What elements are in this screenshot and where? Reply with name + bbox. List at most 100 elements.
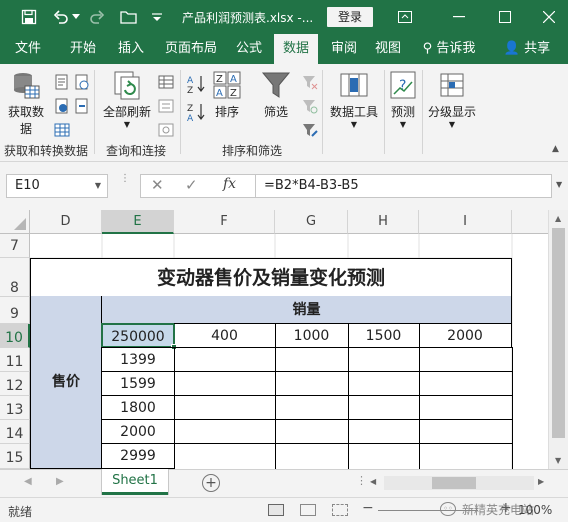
tab-insert[interactable]: 插入 [110, 34, 152, 64]
formula-input[interactable]: =B2*B4-B3-B5 [255, 174, 552, 198]
redo-icon[interactable] [86, 6, 108, 28]
name-box[interactable]: E10 ▼ [6, 174, 108, 198]
row-header-15[interactable]: 15 [0, 444, 30, 469]
sales-header[interactable]: 销量 [101, 296, 512, 324]
select-all-corner[interactable] [0, 210, 30, 234]
zoom-in-icon[interactable]: + [500, 500, 512, 516]
row-header-9[interactable]: 9 [0, 297, 30, 324]
sales-value-cell[interactable]: 400 [174, 323, 276, 348]
sort-za-icon[interactable]: ZA [186, 102, 206, 124]
open-folder-icon[interactable] [118, 6, 140, 28]
formula-bar-grip-icon[interactable]: ⋮ [120, 174, 130, 196]
sales-value-cell[interactable]: 2000 [419, 323, 512, 348]
expand-formula-bar-icon[interactable]: ▼ [556, 180, 562, 189]
queries-connections-icon[interactable] [158, 74, 174, 90]
horizontal-scrollbar[interactable] [384, 476, 534, 490]
column-header-e[interactable]: E [102, 210, 174, 234]
ribbon-display-icon[interactable] [394, 6, 416, 28]
next-sheet-icon[interactable]: ▶ [56, 476, 64, 487]
tab-file[interactable]: 文件 [4, 34, 52, 64]
normal-view-icon[interactable] [268, 504, 284, 516]
share-button[interactable]: 👤 共享 [496, 34, 558, 64]
scroll-down-icon[interactable]: ▼ [555, 456, 561, 465]
price-header[interactable]: 售价 [30, 296, 102, 469]
undo-dropdown-icon[interactable] [70, 6, 82, 28]
column-header-i[interactable]: I [419, 210, 512, 234]
row-header-14[interactable]: 14 [0, 420, 30, 444]
price-value-cell[interactable]: 2999 [101, 443, 175, 469]
column-header-f[interactable]: F [174, 210, 275, 234]
column-header-d[interactable]: D [30, 210, 102, 234]
page-break-view-icon[interactable] [332, 504, 348, 516]
tab-view[interactable]: 视图 [368, 34, 408, 64]
sheet-tab-sheet1[interactable]: Sheet1 [102, 469, 168, 495]
tab-review[interactable]: 审阅 [324, 34, 364, 64]
price-value-cell[interactable]: 1599 [101, 371, 175, 396]
zoom-level[interactable]: 100% [518, 503, 552, 517]
maximize-icon[interactable] [494, 6, 516, 28]
from-text-icon[interactable] [54, 74, 70, 90]
table-title[interactable]: 变动器售价及销量变化预测 [30, 258, 512, 297]
tab-formulas[interactable]: 公式 [228, 34, 270, 64]
sales-value-cell[interactable]: 1000 [275, 323, 349, 348]
properties-icon[interactable] [158, 98, 174, 114]
price-value-cell[interactable]: 1399 [101, 347, 175, 372]
insert-function-icon[interactable]: fx [223, 176, 236, 192]
enter-icon[interactable]: ✓ [185, 176, 198, 194]
row-header-12[interactable]: 12 [0, 372, 30, 396]
vertical-scroll-thumb[interactable] [552, 228, 565, 438]
tell-me-search[interactable]: ⚲ 告诉我 [414, 34, 484, 64]
name-box-dropdown-icon[interactable]: ▼ [95, 175, 101, 197]
result-grid[interactable] [174, 347, 513, 470]
clear-filter-icon[interactable] [302, 74, 318, 90]
collapse-ribbon-icon[interactable]: ▲ [552, 144, 559, 154]
recent-sources-icon[interactable] [74, 74, 90, 90]
get-data-button[interactable]: 获取数 据 [4, 70, 48, 142]
sales-value-cell[interactable]: 1500 [348, 323, 420, 348]
reapply-filter-icon[interactable] [302, 98, 318, 114]
add-sheet-icon[interactable]: + [202, 474, 220, 492]
from-web-icon[interactable] [54, 98, 70, 114]
refresh-all-button[interactable]: 全部刷新 ▼ [100, 70, 154, 142]
cancel-icon[interactable]: ✕ [151, 176, 164, 194]
data-tools-dropdown-icon: ▼ [350, 120, 358, 129]
tab-page-layout[interactable]: 页面布局 [158, 34, 224, 64]
save-icon[interactable] [18, 6, 40, 28]
forecast-button[interactable]: ? 预测 ▼ [386, 70, 420, 142]
corner-value-cell[interactable]: 250000 [101, 323, 175, 348]
hscroll-left-icon[interactable]: ◀ [370, 477, 376, 486]
close-icon[interactable] [538, 6, 560, 28]
data-tools-button[interactable]: 数据工具 ▼ [326, 70, 382, 142]
undo-icon[interactable] [50, 6, 72, 28]
from-table-icon[interactable] [54, 122, 70, 138]
edit-links-icon[interactable] [158, 122, 174, 138]
sheet-bar-grip-icon[interactable]: ⋮ [356, 474, 367, 487]
page-layout-view-icon[interactable] [300, 504, 316, 516]
price-value-cell[interactable]: 2000 [101, 419, 175, 444]
row-header-7[interactable]: 7 [0, 234, 30, 258]
filter-button[interactable]: 筛选 [256, 70, 296, 130]
row-header-11[interactable]: 11 [0, 348, 30, 372]
horizontal-scroll-thumb[interactable] [432, 477, 476, 489]
login-button[interactable]: 登录 [327, 7, 373, 27]
sort-az-icon[interactable]: AZ [186, 74, 206, 96]
hscroll-right-icon[interactable]: ▶ [538, 477, 544, 486]
advanced-filter-icon[interactable] [302, 122, 318, 138]
price-value-cell[interactable]: 1800 [101, 395, 175, 420]
sort-button[interactable]: Z A A Z 排序 [208, 70, 246, 130]
tab-data[interactable]: 数据 [274, 34, 318, 64]
existing-connections-icon[interactable] [74, 98, 90, 114]
row-header-10[interactable]: 10 [0, 324, 30, 348]
vertical-scrollbar[interactable]: ▲ ▼ [548, 210, 568, 469]
customize-toolbar-icon[interactable] [146, 6, 168, 28]
minimize-icon[interactable] [448, 6, 470, 28]
row-header-8[interactable]: 8 [0, 258, 30, 297]
column-header-h[interactable]: H [348, 210, 419, 234]
column-header-g[interactable]: G [275, 210, 348, 234]
outline-button[interactable]: 分级显示 ▼ [424, 70, 480, 142]
prev-sheet-icon[interactable]: ◀ [24, 476, 32, 487]
scroll-up-icon[interactable]: ▲ [555, 214, 561, 223]
zoom-out-icon[interactable]: − [362, 500, 374, 516]
row-header-13[interactable]: 13 [0, 396, 30, 420]
tab-home[interactable]: 开始 [60, 34, 106, 64]
